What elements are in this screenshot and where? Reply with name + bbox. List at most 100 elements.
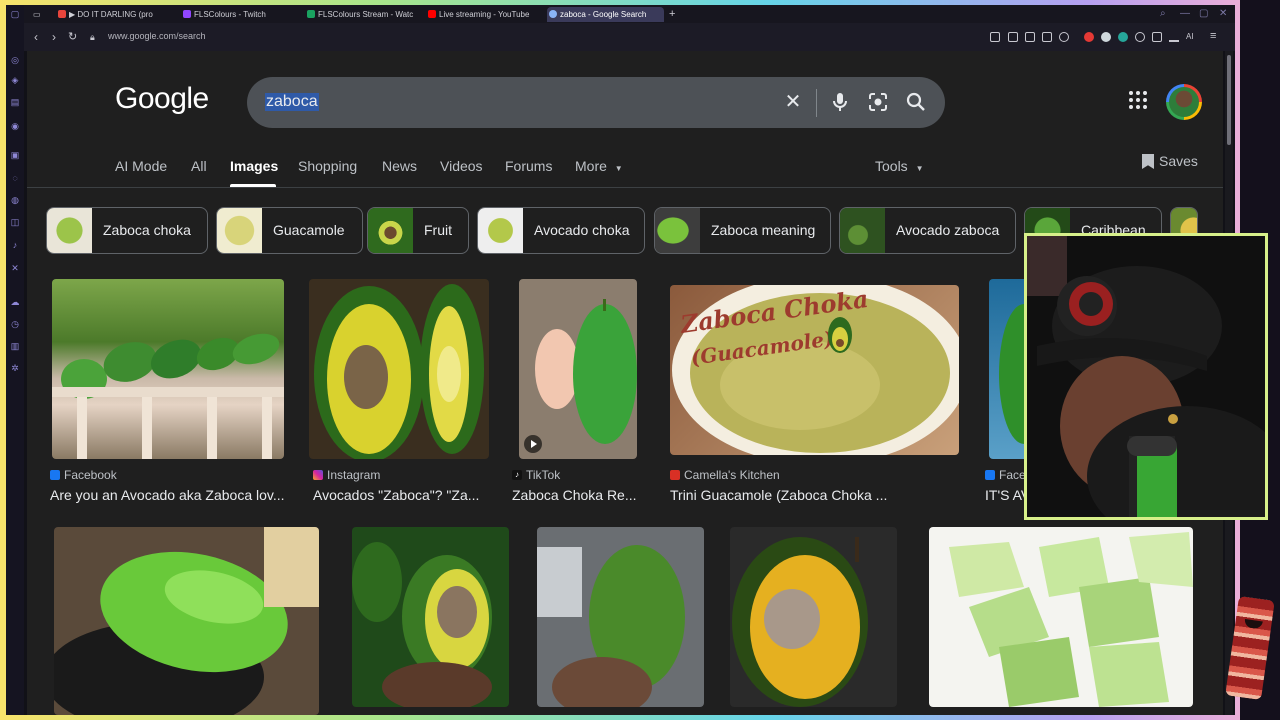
menu-icon[interactable]: ≡ bbox=[1210, 30, 1216, 42]
sidebar-app-icon[interactable]: ◉ bbox=[9, 121, 21, 131]
stream-icon bbox=[307, 10, 315, 18]
forward-icon[interactable]: › bbox=[52, 30, 56, 44]
ai-button[interactable]: AI bbox=[1186, 32, 1194, 41]
search-input[interactable]: zaboca bbox=[265, 93, 319, 111]
image-result[interactable] bbox=[309, 279, 489, 459]
scrollbar-thumb[interactable] bbox=[1227, 55, 1231, 145]
tab-more-label: More bbox=[575, 158, 607, 174]
messenger-icon[interactable]: ◌ bbox=[9, 173, 21, 183]
tab-forums[interactable]: Forums bbox=[505, 158, 552, 174]
back-icon[interactable]: ‹ bbox=[34, 30, 38, 44]
chip-fruit[interactable]: Fruit bbox=[367, 207, 469, 254]
search-icon[interactable] bbox=[905, 91, 927, 113]
heart-icon[interactable] bbox=[1059, 32, 1069, 42]
whatsapp-icon[interactable]: ◍ bbox=[9, 195, 21, 205]
chip-zaboca-meaning[interactable]: Zaboca meaning bbox=[654, 207, 831, 254]
tab-news[interactable]: News bbox=[382, 158, 417, 174]
notes-icon[interactable]: ▥ bbox=[9, 341, 21, 351]
tab-twitch[interactable]: FLSColours - Twitch bbox=[181, 7, 299, 22]
result-caption[interactable]: Are you an Avocado aka Zaboca lov... bbox=[50, 487, 290, 503]
tiktok-icon[interactable]: ♪ bbox=[9, 240, 21, 250]
cloud-icon[interactable]: ☁ bbox=[9, 297, 21, 307]
search-box[interactable]: zaboca ✕ bbox=[247, 77, 945, 128]
google-lens-icon[interactable] bbox=[867, 91, 889, 113]
tab-stream[interactable]: FLSColours Stream - Watc bbox=[305, 7, 427, 22]
image-result[interactable] bbox=[54, 527, 319, 715]
chip-zaboca-choka[interactable]: Zaboca choka bbox=[46, 207, 208, 254]
sidebar-app-icon[interactable]: ◈ bbox=[9, 75, 21, 85]
avocado-hand-photo bbox=[535, 299, 637, 444]
avocado-plate-photo bbox=[54, 527, 319, 715]
chip-thumbnail bbox=[217, 208, 262, 253]
image-result[interactable] bbox=[52, 279, 284, 459]
tab-shopping[interactable]: Shopping bbox=[298, 158, 357, 174]
image-result[interactable] bbox=[352, 527, 509, 707]
zoom-icon[interactable] bbox=[990, 32, 1000, 42]
twitch-icon[interactable]: ▣ bbox=[9, 150, 21, 160]
sidebar-app-icon[interactable]: ▤ bbox=[9, 97, 21, 107]
tab-music[interactable]: ▶ DO IT DARLING (pro bbox=[56, 7, 184, 22]
extension-icon[interactable] bbox=[1101, 32, 1111, 42]
tab-google-search[interactable]: zaboca - Google Search bbox=[547, 7, 664, 22]
account-avatar[interactable] bbox=[1166, 84, 1202, 120]
extension-icon[interactable] bbox=[1118, 32, 1128, 42]
download-icon[interactable] bbox=[1169, 32, 1179, 42]
microphone-icon[interactable] bbox=[829, 91, 851, 113]
x-icon[interactable]: ✕ bbox=[9, 263, 21, 273]
result-caption[interactable]: Avocados "Zaboca"? "Za... bbox=[313, 487, 485, 503]
result-caption[interactable]: Trini Guacamole (Zaboca Choka ... bbox=[670, 487, 890, 503]
image-result[interactable] bbox=[989, 279, 1029, 459]
clear-icon[interactable]: ✕ bbox=[782, 91, 804, 113]
result-source[interactable]: Camella's Kitchen bbox=[670, 468, 780, 482]
history-icon[interactable]: ◷ bbox=[9, 319, 21, 329]
new-tab-button[interactable]: + bbox=[667, 7, 681, 22]
screenshot-icon[interactable] bbox=[1025, 32, 1035, 42]
minimize-icon[interactable]: — bbox=[1180, 8, 1190, 19]
address-bar: ‹ › ↻ 🔒︎ www.google.com/search AI ≡ bbox=[24, 23, 1235, 51]
tab-all[interactable]: All bbox=[191, 158, 207, 174]
google-logo[interactable]: Google bbox=[115, 82, 209, 116]
tab-more[interactable]: More ▼ bbox=[575, 158, 623, 174]
tab-videos[interactable]: Videos bbox=[440, 158, 483, 174]
extension-icon[interactable] bbox=[1135, 32, 1145, 42]
google-apps-icon[interactable] bbox=[1129, 91, 1149, 111]
image-result[interactable] bbox=[730, 527, 897, 707]
result-source[interactable]: Facebook bbox=[50, 468, 117, 482]
image-result[interactable] bbox=[519, 279, 637, 459]
tab-group-icon[interactable]: ▭ bbox=[33, 7, 47, 22]
result-caption[interactable]: Zaboca Choka Re... bbox=[512, 487, 642, 503]
maximize-icon[interactable]: ▢ bbox=[1199, 8, 1208, 19]
tools-button[interactable]: Tools ▼ bbox=[875, 158, 924, 174]
tab-youtube[interactable]: Live streaming - YouTube bbox=[426, 7, 546, 22]
instagram-icon[interactable]: ◫ bbox=[9, 217, 21, 227]
result-source[interactable]: Instagram bbox=[313, 468, 380, 482]
reload-icon[interactable]: ↻ bbox=[68, 30, 77, 43]
divider bbox=[27, 187, 1223, 188]
result-source[interactable]: ♪ TikTok bbox=[512, 468, 560, 482]
chip-avocado-choka[interactable]: Avocado choka bbox=[477, 207, 645, 254]
avocado-chunks-photo bbox=[949, 532, 1193, 707]
sidebar-panel-icon[interactable]: ▢ bbox=[9, 9, 21, 19]
extensions-puzzle-icon[interactable] bbox=[1152, 32, 1162, 42]
settings-icon[interactable]: ✲ bbox=[9, 363, 21, 373]
image-result[interactable] bbox=[537, 527, 704, 707]
sidebar-app-icon[interactable]: ◎ bbox=[9, 55, 21, 65]
search-tabs-icon[interactable]: ⌕ bbox=[1160, 8, 1166, 19]
bookmark-icon[interactable] bbox=[1008, 32, 1018, 42]
chevron-down-icon: ▼ bbox=[614, 164, 623, 173]
extension-icon[interactable] bbox=[1084, 32, 1094, 42]
chip-label: Avocado choka bbox=[534, 222, 630, 238]
tools-label: Tools bbox=[875, 158, 908, 174]
image-result[interactable]: Zaboca Choka (Guacamole) bbox=[670, 285, 959, 455]
result-source[interactable]: Face bbox=[985, 468, 1026, 482]
tab-images[interactable]: Images bbox=[230, 158, 278, 174]
chip-avocado-zaboca[interactable]: Avocado zaboca bbox=[839, 207, 1016, 254]
chip-guacamole[interactable]: Guacamole bbox=[216, 207, 363, 254]
url-field[interactable]: www.google.com/search bbox=[108, 31, 206, 41]
tab-ai-mode[interactable]: AI Mode bbox=[115, 158, 167, 174]
saves-button[interactable]: Saves bbox=[1141, 153, 1198, 169]
play-icon[interactable] bbox=[1042, 32, 1052, 42]
avocado-row-photo bbox=[52, 333, 284, 459]
close-window-icon[interactable]: ✕ bbox=[1219, 8, 1227, 19]
image-result[interactable] bbox=[929, 527, 1193, 707]
